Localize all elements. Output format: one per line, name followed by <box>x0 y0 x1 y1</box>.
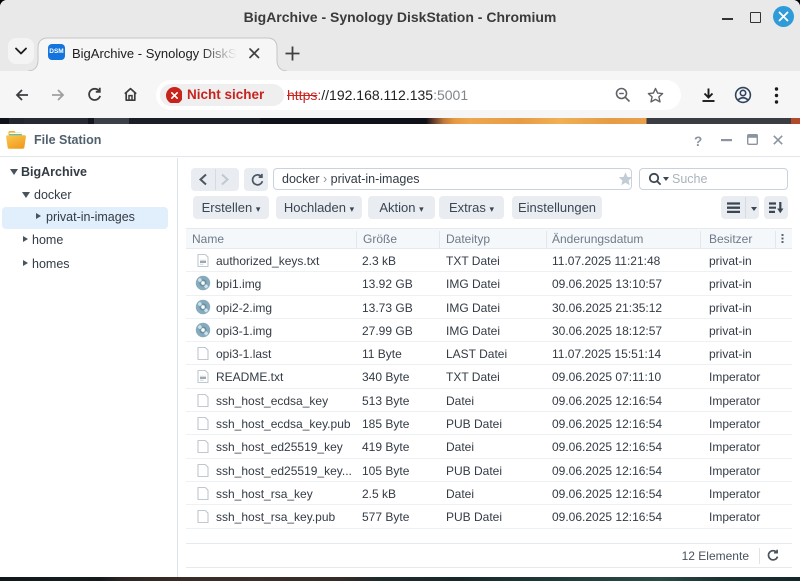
svg-text:?: ? <box>694 134 702 149</box>
